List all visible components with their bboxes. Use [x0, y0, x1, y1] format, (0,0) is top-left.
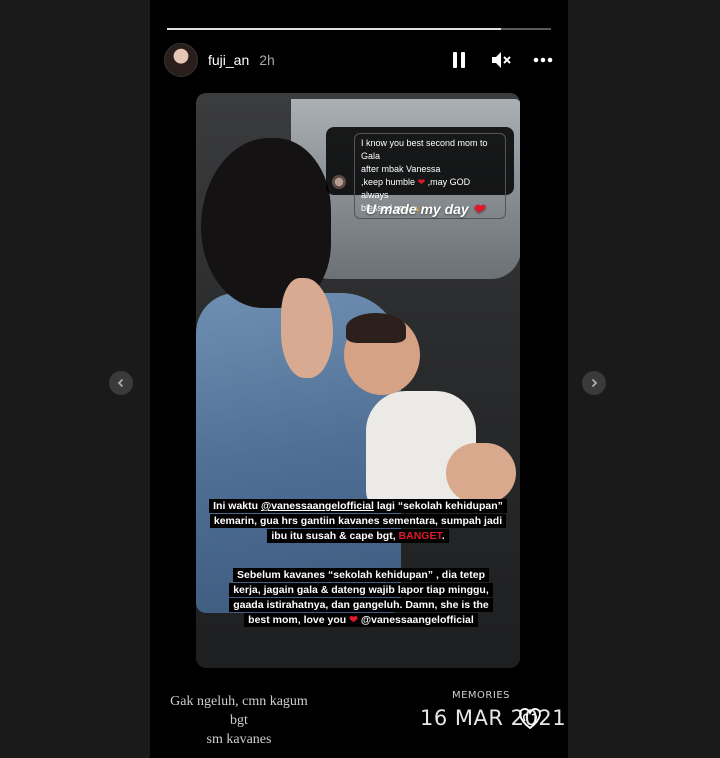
avatar[interactable] — [164, 43, 198, 77]
memories-label: MEMORIES — [451, 690, 510, 701]
mute-button[interactable] — [490, 49, 512, 71]
story-controls — [448, 49, 554, 71]
memory-date: 16 MAR 2021 — [420, 706, 567, 730]
mention-link[interactable]: @vanessaangelofficial — [261, 500, 374, 512]
chevron-left-icon — [117, 378, 124, 388]
double-heart-icon — [519, 708, 541, 730]
previous-story-button[interactable] — [109, 371, 133, 395]
baby-hair — [346, 313, 406, 343]
note-line: sm kavanes — [206, 732, 272, 747]
mute-icon — [492, 52, 511, 68]
heart-icon: ❤ — [349, 614, 358, 626]
chevron-right-icon — [591, 378, 598, 388]
progress-segment — [167, 28, 551, 30]
story-media[interactable]: I know you best second mom to Gala after… — [196, 93, 520, 668]
story-viewer: fuji_an 2h I know you best second mom to… — [150, 0, 568, 758]
note-line: Gak ngeluh, cmn kagum bgt — [170, 694, 308, 728]
dm-sender-avatar — [332, 175, 346, 189]
more-options-button[interactable] — [532, 49, 554, 71]
story-note: Gak ngeluh, cmn kagum bgt sm kavanes — [170, 692, 308, 749]
pause-icon — [453, 52, 465, 68]
caption-top: Ini waktu @vanessaangelofficial lagi “se… — [204, 499, 512, 544]
dm-line: after mbak Vanessa — [361, 164, 441, 174]
dm-line: I know you best second mom to Gala — [361, 138, 488, 161]
username[interactable]: fuji_an — [208, 52, 249, 68]
story-progress-bar — [167, 28, 551, 30]
heart-icon: ❤ — [472, 201, 485, 217]
next-story-button[interactable] — [582, 371, 606, 395]
pause-button[interactable] — [448, 49, 470, 71]
story-header: fuji_an 2h — [164, 42, 554, 78]
mention-link[interactable]: @vanessaangelofficial — [361, 614, 474, 626]
caption-bottom: Sebelum kavanes “sekolah kehidupan” , di… — [226, 568, 496, 628]
heart-icon: ❤ — [417, 177, 426, 187]
dm-reply-card: I know you best second mom to Gala after… — [326, 127, 514, 219]
sticker-text: U made my day ❤ — [366, 201, 485, 217]
dm-line: ,keep humble ❤ ,may GOD always — [361, 177, 471, 200]
post-time: 2h — [259, 52, 275, 68]
baby-arm — [446, 443, 516, 503]
more-icon — [533, 57, 553, 63]
